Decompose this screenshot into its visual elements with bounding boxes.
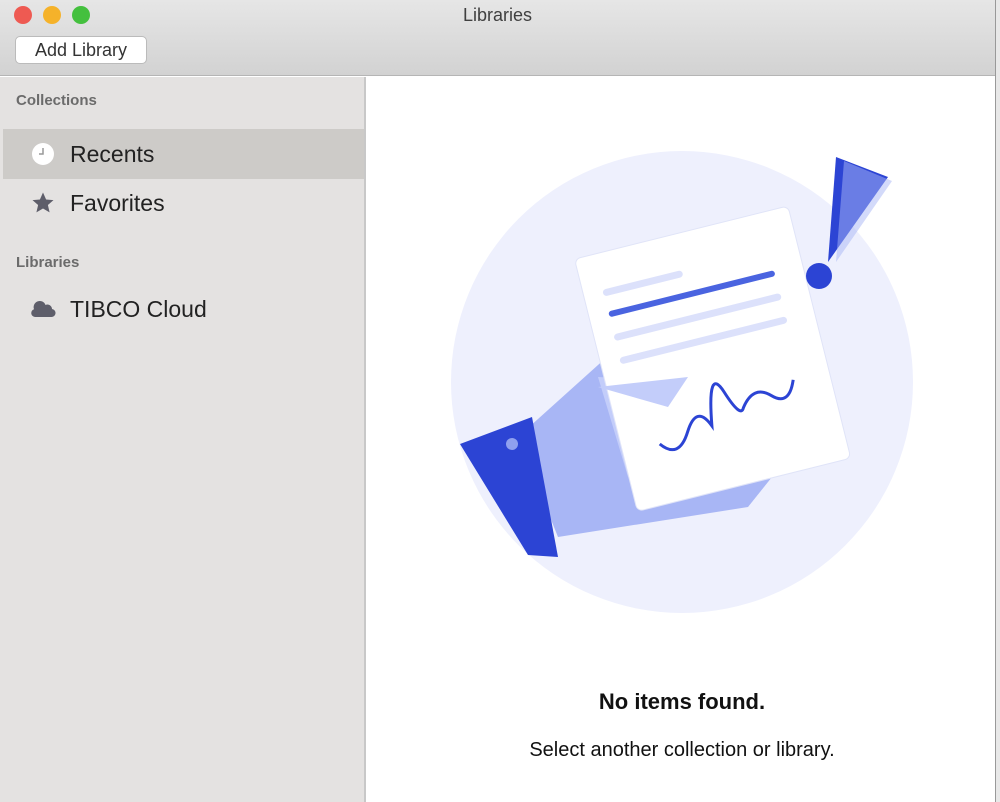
sidebar-item-recents[interactable]: Recents — [3, 129, 364, 179]
title-bar: Libraries Add Library — [0, 0, 995, 76]
empty-state-subtitle: Select another collection or library. — [529, 739, 835, 761]
add-library-button[interactable]: Add Library — [15, 36, 147, 64]
sidebar-item-label: Favorites — [70, 189, 165, 216]
clock-icon — [29, 142, 57, 166]
collections-header: Collections — [16, 92, 97, 109]
sidebar: Collections Recents Favorites Libraries … — [0, 77, 366, 802]
star-icon — [29, 191, 57, 215]
cloud-icon — [29, 299, 57, 319]
sidebar-item-label: TIBCO Cloud — [70, 295, 207, 322]
empty-state-illustration — [451, 151, 913, 613]
window-title: Libraries — [462, 5, 533, 25]
sidebar-item-tibco-cloud[interactable]: TIBCO Cloud — [3, 284, 364, 334]
sidebar-item-label: Recents — [70, 140, 155, 167]
sidebar-item-favorites[interactable]: Favorites — [3, 178, 364, 228]
empty-state-title: No items found. — [598, 689, 766, 714]
libraries-window: Libraries Add Library Collections Recent… — [0, 0, 996, 802]
content-area: No items found. Select another collectio… — [368, 77, 995, 802]
libraries-header: Libraries — [16, 254, 80, 271]
